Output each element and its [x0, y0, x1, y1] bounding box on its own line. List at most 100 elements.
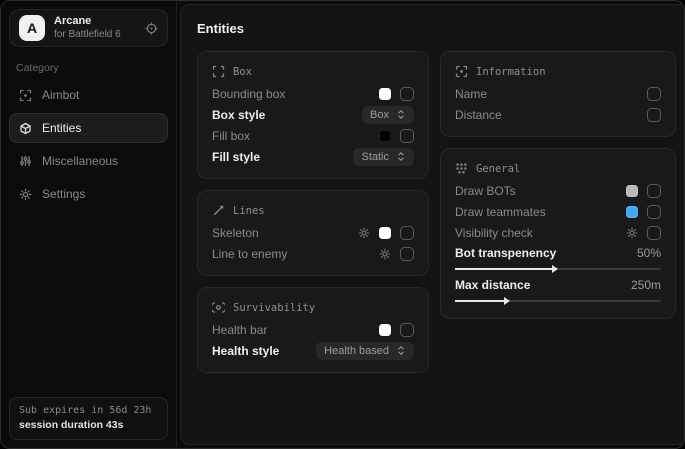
fill-box-color-swatch[interactable] [379, 130, 391, 142]
row-fill-box: Fill box [212, 125, 414, 146]
line-icon [212, 204, 225, 217]
name-checkbox[interactable] [647, 87, 661, 101]
subscription-info: Sub expires in 56d 23h session duration … [9, 397, 168, 440]
bounding-box-checkbox[interactable] [400, 87, 414, 101]
sidebar-nav: Aimbot Entities Miscellaneous Settings [9, 80, 168, 209]
sidebar-item-aimbot[interactable]: Aimbot [9, 80, 168, 110]
skeleton-settings-gear-icon[interactable] [358, 227, 370, 239]
target-icon[interactable] [145, 22, 158, 35]
visibility-check-settings-gear-icon[interactable] [626, 227, 638, 239]
max-distance-slider[interactable] [455, 300, 661, 302]
health-style-value: Health based [324, 345, 389, 357]
sidebar-item-entities[interactable]: Entities [9, 113, 168, 143]
panel-survivability: Survivability Health bar Health style [197, 287, 429, 373]
row-visibility-check: Visibility check [455, 222, 661, 243]
name-label: Name [455, 87, 647, 101]
panel-lines: Lines Skeleton Line [197, 190, 429, 276]
sidebar-item-settings[interactable]: Settings [9, 179, 168, 209]
visibility-check-label: Visibility check [455, 226, 626, 240]
row-draw-bots: Draw BOTs [455, 180, 661, 201]
max-distance-value: 250m [631, 278, 661, 292]
draw-teammates-label: Draw teammates [455, 205, 626, 219]
brand-title: Arcane [54, 15, 121, 28]
avatar: A [19, 15, 45, 41]
app-window: A Arcane for Battlefield 6 Category Aimb… [0, 0, 685, 449]
visibility-check-checkbox[interactable] [647, 226, 661, 240]
crosshair-icon [19, 89, 32, 102]
panel-title: Lines [233, 205, 265, 217]
panel-box: Box Bounding box Box style [197, 51, 429, 179]
bot-transparency-slider-group: Bot transpenency 50% [455, 243, 661, 275]
grid-icon [455, 162, 468, 175]
health-style-select[interactable]: Health based [316, 342, 414, 360]
row-draw-teammates: Draw teammates [455, 201, 661, 222]
box-style-value: Box [370, 109, 389, 121]
brand-card: A Arcane for Battlefield 6 [9, 9, 168, 47]
panel-information: Information Name Distance [440, 51, 676, 137]
skeleton-label: Skeleton [212, 226, 358, 240]
box-style-label: Box style [212, 108, 362, 122]
line-to-enemy-label: Line to enemy [212, 247, 379, 261]
fill-style-value: Static [361, 151, 389, 163]
scan-icon [455, 65, 468, 78]
sidebar-item-label: Miscellaneous [42, 154, 118, 168]
main-area: Entities Box Bounding box [177, 1, 685, 448]
line-to-enemy-settings-gear-icon[interactable] [379, 248, 391, 260]
row-fill-style: Fill style Static [212, 146, 414, 167]
fill-box-label: Fill box [212, 129, 379, 143]
row-name: Name [455, 83, 661, 104]
panel-title: Information [476, 66, 546, 78]
gear-icon [19, 188, 32, 201]
skeleton-color-swatch[interactable] [379, 227, 391, 239]
draw-bots-checkbox[interactable] [647, 184, 661, 198]
row-box-style: Box style Box [212, 104, 414, 125]
fill-style-select[interactable]: Static [353, 148, 414, 166]
sidebar-item-label: Aimbot [42, 88, 79, 102]
health-bar-color-swatch[interactable] [379, 324, 391, 336]
health-bar-checkbox[interactable] [400, 323, 414, 337]
bot-transparency-slider-fill [455, 268, 552, 270]
page-title: Entities [197, 21, 676, 36]
category-label: Category [16, 62, 161, 74]
brand-subtitle: for Battlefield 6 [54, 29, 121, 41]
sub-expiry-text: Sub expires in 56d 23h [19, 405, 158, 416]
fill-box-checkbox[interactable] [400, 129, 414, 143]
sidebar-item-label: Entities [42, 121, 81, 135]
bounding-box-label: Bounding box [212, 87, 379, 101]
health-bar-label: Health bar [212, 323, 379, 337]
skeleton-checkbox[interactable] [400, 226, 414, 240]
row-distance: Distance [455, 104, 661, 125]
session-duration-text: session duration 43s [19, 419, 158, 431]
chevron-up-down-icon [396, 109, 406, 120]
row-health-bar: Health bar [212, 319, 414, 340]
bot-transparency-slider[interactable] [455, 268, 661, 270]
line-to-enemy-checkbox[interactable] [400, 247, 414, 261]
distance-checkbox[interactable] [647, 108, 661, 122]
cube-icon [19, 122, 32, 135]
sidebar: A Arcane for Battlefield 6 Category Aimb… [1, 1, 177, 448]
bot-transparency-label: Bot transpenency [455, 246, 637, 260]
max-distance-label: Max distance [455, 278, 631, 292]
draw-bots-color-swatch[interactable] [626, 185, 638, 197]
row-line-to-enemy: Line to enemy [212, 243, 414, 264]
sliders-icon [19, 155, 32, 168]
draw-teammates-checkbox[interactable] [647, 205, 661, 219]
bounding-box-color-swatch[interactable] [379, 88, 391, 100]
draw-teammates-color-swatch[interactable] [626, 206, 638, 218]
main-card: Entities Box Bounding box [180, 4, 685, 445]
panel-title: Survivability [233, 302, 315, 314]
sidebar-item-miscellaneous[interactable]: Miscellaneous [9, 146, 168, 176]
health-style-label: Health style [212, 344, 316, 358]
chevron-up-down-icon [396, 151, 406, 162]
panel-title: Box [233, 66, 252, 78]
row-skeleton: Skeleton [212, 222, 414, 243]
max-distance-slider-group: Max distance 250m [455, 275, 661, 307]
panel-general: General Draw BOTs Draw teammates [440, 148, 676, 319]
box-brackets-icon [212, 65, 225, 78]
draw-bots-label: Draw BOTs [455, 184, 626, 198]
pulse-icon [212, 301, 225, 314]
row-health-style: Health style Health based [212, 340, 414, 361]
bot-transparency-value: 50% [637, 246, 661, 260]
distance-label: Distance [455, 108, 647, 122]
box-style-select[interactable]: Box [362, 106, 414, 124]
